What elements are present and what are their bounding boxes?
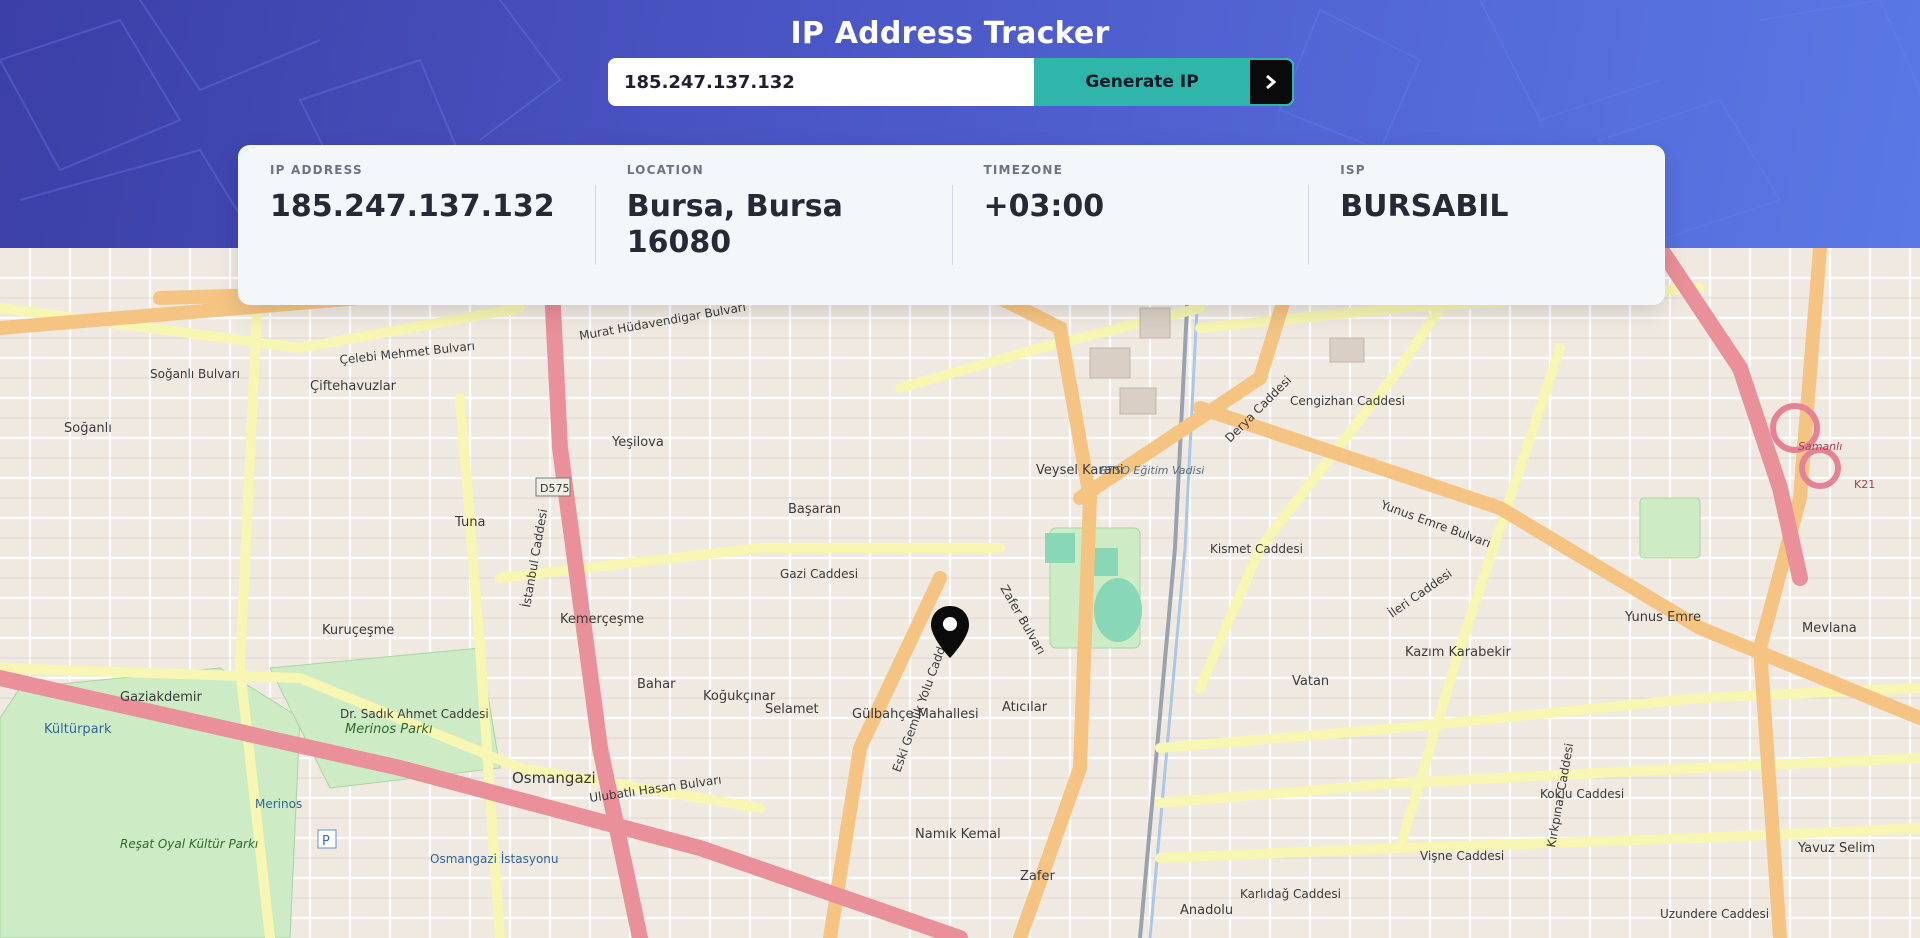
road-code-k21: K21 <box>1854 478 1875 491</box>
map-label-kurucesme: Kuruçeşme <box>322 623 394 638</box>
location-pin-marker[interactable] <box>929 604 971 664</box>
map-label-soganli: Soğanlı <box>64 421 112 436</box>
street-gazi: Gazi Caddesi <box>780 567 858 581</box>
street-karlidag: Karlıdağ Caddesi <box>1240 887 1341 901</box>
map-label-ciftehavuzlar: Çiftehavuzlar <box>310 379 397 394</box>
map-label-btso: BTSO Eğitim Vadisi <box>1100 464 1204 477</box>
location-label: LOCATION <box>626 163 704 177</box>
timezone-value: +03:00 <box>983 189 1105 224</box>
isp-value: BURSABIL <box>1340 189 1509 224</box>
location-value: Bursa, Bursa 16080 <box>626 189 843 260</box>
ip-address-value: 185.247.137.132 <box>270 189 555 224</box>
map-label-namik-kemal: Namık Kemal <box>915 827 1001 842</box>
map-label-basaran: Başaran <box>788 502 841 517</box>
road-code-d575: D575 <box>540 482 569 495</box>
map-label-mevlana: Mevlana <box>1802 621 1857 636</box>
street-kismet: Kismet Caddesi <box>1210 542 1303 556</box>
map-label-yesilova: Yeşilova <box>611 435 664 450</box>
map-label-zafer: Zafer <box>1020 869 1055 884</box>
map-label-merinos-parki: Merinos Parkı <box>345 722 433 737</box>
street-sadik-ahmet: Dr. Sadık Ahmet Caddesi <box>340 707 489 721</box>
map-label-aticilar: Atıcılar <box>1002 700 1048 715</box>
map-label-selamet: Selamet <box>765 702 819 717</box>
page-title: IP Address Tracker <box>790 16 1110 51</box>
map-label-osmangazi-istasyonu: Osmangazi İstasyonu <box>430 851 559 866</box>
map-canvas[interactable]: Osmangazi Kültürpark Merinos Parkı Merin… <box>0 248 1920 938</box>
map-label-yunus-emre: Yunus Emre <box>1624 610 1701 625</box>
map-label-merinos: Merinos <box>255 797 302 811</box>
map-label-resat-oyal: Reşat Oyal Kültür Parkı <box>120 837 258 851</box>
map-label-osmangazi: Osmangazi <box>512 769 596 787</box>
map-view[interactable]: Osmangazi Kültürpark Merinos Parkı Merin… <box>0 248 1920 938</box>
ip-search-input[interactable] <box>608 58 1034 106</box>
submit-button[interactable] <box>1250 58 1294 106</box>
map-label-samanli: Samanlı <box>1798 440 1842 453</box>
map-label-bahar: Bahar <box>637 677 676 692</box>
isp-section: ISP BURSABIL <box>1308 145 1665 305</box>
map-label-yavuz-selim: Yavuz Selim <box>1797 841 1875 856</box>
location-section: LOCATION Bursa, Bursa 16080 <box>594 145 952 305</box>
map-label-anadolu: Anadolu <box>1180 903 1233 918</box>
map-label-kazim-karabekir: Kazım Karabekir <box>1405 645 1511 660</box>
ip-info-card: IP ADDRESS 185.247.137.132 LOCATION Burs… <box>238 145 1665 305</box>
ip-address-label: IP ADDRESS <box>270 163 363 177</box>
street-soganli: Soğanlı Bulvarı <box>150 367 240 381</box>
map-label-kogukcinar: Koğukçınar <box>703 689 776 704</box>
street-uzundere: Uzundere Caddesi <box>1660 907 1769 921</box>
ip-address-section: IP ADDRESS 185.247.137.132 <box>238 145 595 305</box>
map-label-vatan: Vatan <box>1292 674 1329 689</box>
map-label-gaziakdemir: Gaziakdemir <box>120 690 202 705</box>
ip-search-bar: Generate IP <box>608 58 1294 106</box>
location-pin-icon <box>931 606 969 658</box>
generate-ip-button[interactable]: Generate IP <box>1034 58 1250 106</box>
street-visne: Vişne Caddesi <box>1420 849 1504 863</box>
timezone-label: TIMEZONE <box>983 163 1064 177</box>
map-label-kemercesme: Kemerçeşme <box>560 612 644 627</box>
chevron-right-icon <box>1266 74 1277 90</box>
street-cengizhan: Cengizhan Caddesi <box>1290 394 1405 408</box>
isp-label: ISP <box>1340 163 1366 177</box>
map-label-tuna: Tuna <box>454 515 485 530</box>
parking-icon: P <box>322 834 330 849</box>
timezone-section: TIMEZONE +03:00 <box>951 145 1309 305</box>
map-label-kulturpark: Kültürpark <box>44 722 112 737</box>
